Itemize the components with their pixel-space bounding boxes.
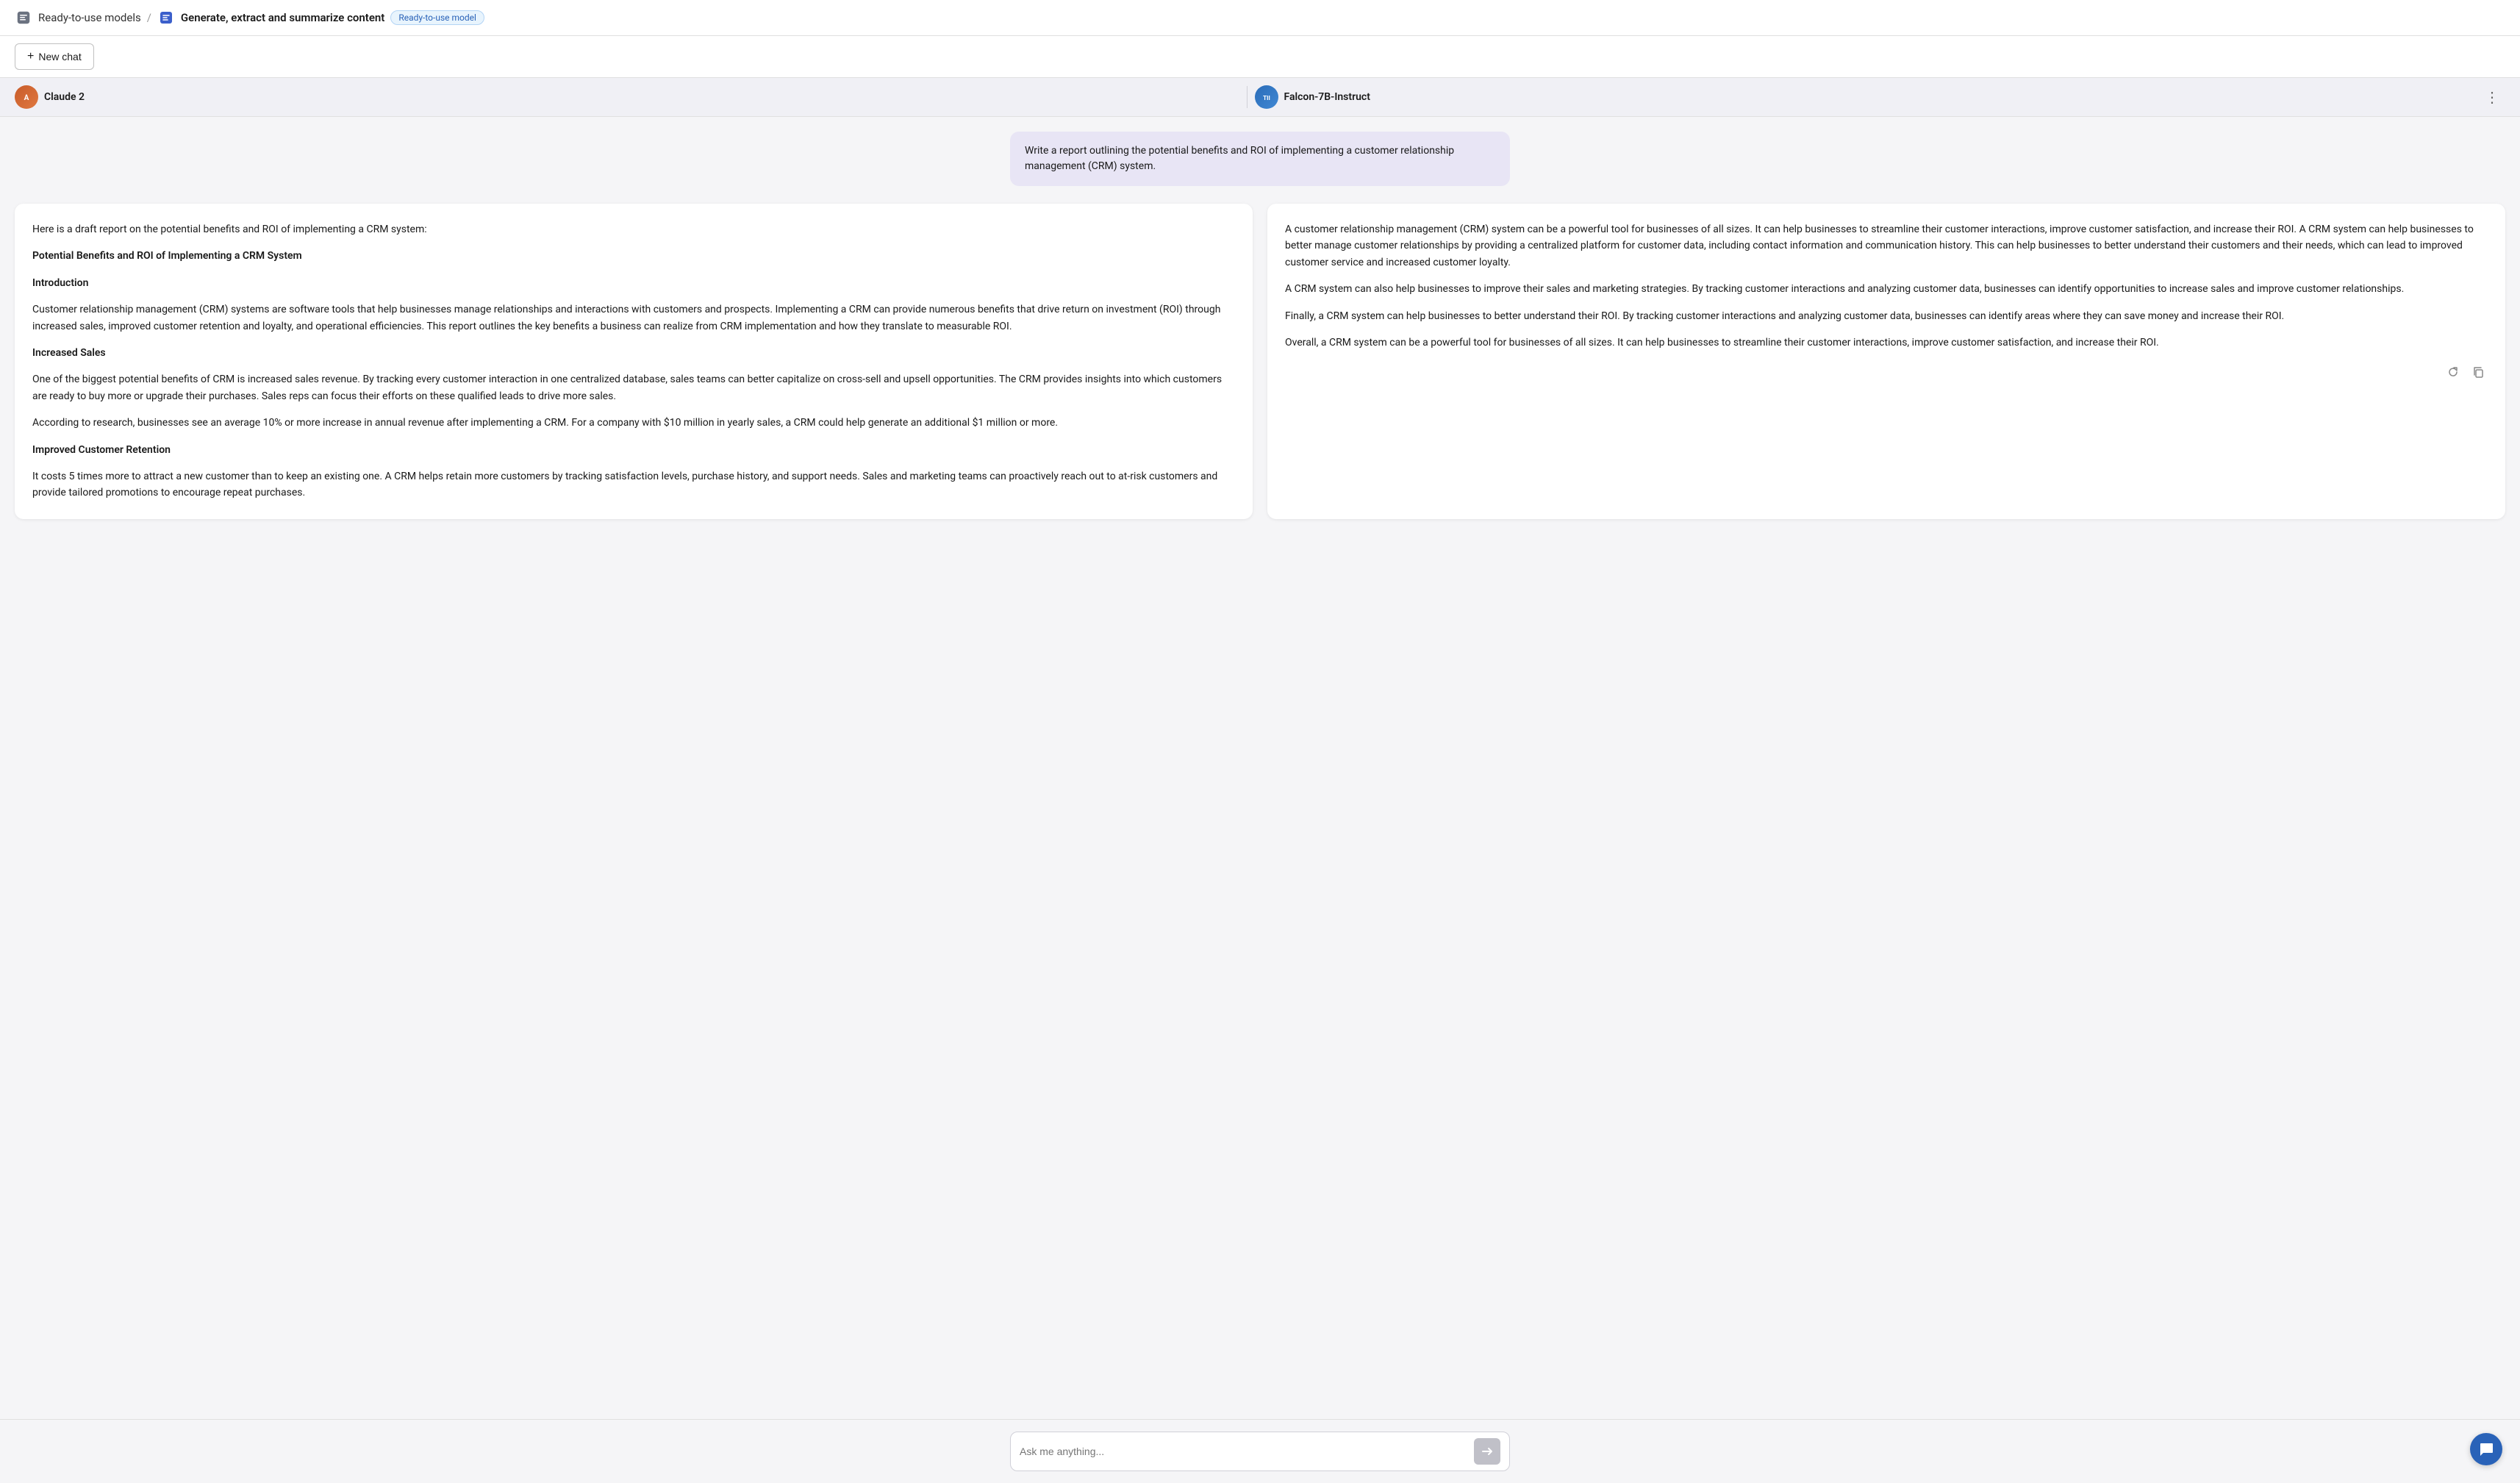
breadcrumb: Ready-to-use models / Generate, extract … — [15, 9, 484, 26]
claude-model-name: Claude 2 — [44, 91, 85, 103]
models-bar: A Claude 2 TII Falcon-7B-Instruct ⋮ — [0, 78, 2520, 117]
claude-p5: Increased Sales — [32, 345, 1235, 361]
claude-p7: According to research, businesses see an… — [32, 415, 1235, 431]
chat-input[interactable] — [1020, 1446, 1474, 1457]
user-message: Write a report outlining the potential b… — [1010, 132, 1510, 186]
plus-icon: + — [27, 50, 34, 63]
main-content: Write a report outlining the potential b… — [0, 117, 2520, 1483]
svg-text:TII: TII — [1263, 95, 1270, 101]
claude-p8: Improved Customer Retention — [32, 442, 1235, 458]
falcon-p4: Overall, a CRM system can be a powerful … — [1285, 335, 2488, 351]
models-divider — [1247, 86, 1248, 108]
claude-p9: It costs 5 times more to attract a new c… — [32, 468, 1235, 501]
ready-to-use-badge: Ready-to-use model — [390, 10, 484, 25]
claude-p1: Here is a draft report on the potential … — [32, 221, 1235, 237]
user-message-wrap: Write a report outlining the potential b… — [15, 132, 2505, 186]
claude-p6: One of the biggest potential benefits of… — [32, 371, 1235, 404]
chat-area: Write a report outlining the potential b… — [0, 117, 2520, 1419]
falcon-p1: A customer relationship management (CRM)… — [1285, 221, 2488, 271]
breadcrumb-text: Ready-to-use models — [38, 11, 141, 24]
falcon-p3: Finally, a CRM system can help businesse… — [1285, 308, 2488, 324]
new-chat-button[interactable]: + New chat — [15, 43, 94, 70]
responses-grid: Here is a draft report on the potential … — [15, 204, 2505, 519]
ready-to-use-icon — [15, 9, 32, 26]
send-button[interactable] — [1474, 1438, 1500, 1465]
claude-p2: Potential Benefits and ROI of Implementi… — [32, 248, 1235, 264]
falcon-model-name: Falcon-7B-Instruct — [1284, 91, 1370, 103]
copy-button[interactable] — [2469, 362, 2488, 382]
right-model: TII Falcon-7B-Instruct — [1255, 85, 2480, 109]
copy-icon — [2471, 365, 2485, 379]
header: Ready-to-use models / Generate, extract … — [0, 0, 2520, 36]
refresh-icon — [2446, 365, 2460, 379]
page-title: Generate, extract and summarize content … — [181, 10, 484, 25]
claude-p4: Customer relationship management (CRM) s… — [32, 301, 1235, 335]
more-options-icon[interactable]: ⋮ — [2479, 85, 2505, 109]
input-area — [0, 1419, 2520, 1483]
chat-bubble-icon — [2478, 1441, 2494, 1457]
left-model: A Claude 2 — [15, 85, 1239, 109]
breadcrumb-separator: / — [147, 11, 151, 24]
page-icon — [157, 9, 175, 26]
chat-bubble-fab[interactable] — [2470, 1433, 2502, 1465]
falcon-response-card: A customer relationship management (CRM)… — [1267, 204, 2505, 519]
falcon-p2: A CRM system can also help businesses to… — [1285, 281, 2488, 297]
refresh-button[interactable] — [2444, 362, 2463, 382]
new-chat-label: New chat — [38, 51, 81, 62]
toolbar: + New chat — [0, 36, 2520, 78]
claude-p3: Introduction — [32, 275, 1235, 291]
send-icon — [1481, 1446, 1493, 1457]
svg-text:A: A — [24, 94, 29, 102]
input-wrap — [1010, 1432, 1510, 1471]
falcon-avatar: TII — [1255, 85, 1278, 109]
falcon-response-actions — [1285, 362, 2488, 382]
claude-response-card: Here is a draft report on the potential … — [15, 204, 1253, 519]
claude-avatar: A — [15, 85, 38, 109]
